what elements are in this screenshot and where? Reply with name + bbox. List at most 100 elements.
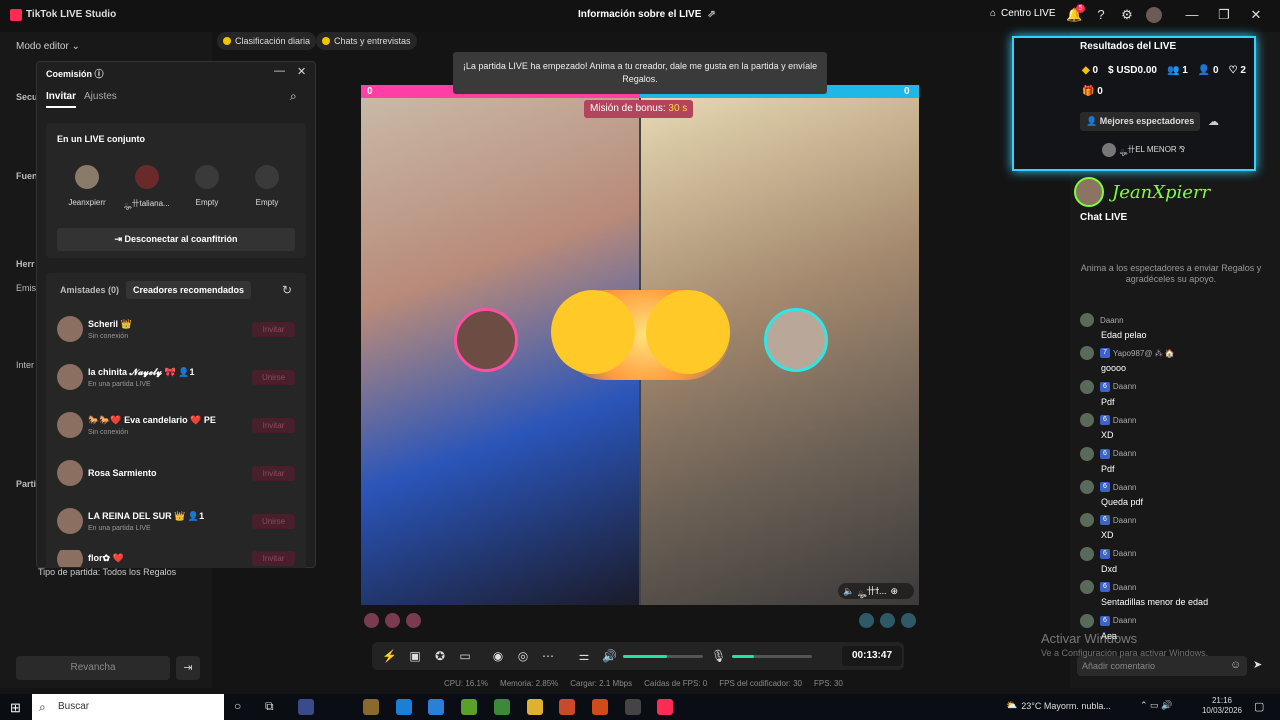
mode-editor-dropdown[interactable]: Modo editor ⌄ xyxy=(16,41,80,52)
volume-icon[interactable]: 🔊 xyxy=(602,649,617,663)
cohost-slot[interactable]: ౣ卄taliana... xyxy=(117,165,177,210)
minimize-icon[interactable]: — xyxy=(274,65,285,77)
live-info-button[interactable]: Información sobre el LIVE ⇗ xyxy=(578,9,716,20)
avatar[interactable] xyxy=(57,508,83,534)
send-icon[interactable]: ➤ xyxy=(1253,658,1262,671)
chat-username[interactable]: Daann xyxy=(1113,483,1137,492)
weather-widget[interactable]: ⛅ 23°C Mayorm. nubla... xyxy=(1006,700,1111,711)
capture-icon[interactable]: ◎ xyxy=(516,649,530,663)
mic-slider[interactable] xyxy=(732,655,812,658)
avatar[interactable] xyxy=(1080,413,1094,428)
rematch-button[interactable]: Revancha xyxy=(16,656,170,680)
help-icon[interactable]: ? xyxy=(1093,7,1109,23)
cohost-slot[interactable]: Jeanxpierr xyxy=(57,165,117,207)
chats-interviews-chip[interactable]: Chats y entrevistas xyxy=(316,32,417,50)
chat-username[interactable]: Daann xyxy=(1113,583,1137,592)
avatar[interactable] xyxy=(1080,613,1094,628)
close-icon[interactable]: ✕ xyxy=(297,65,306,78)
folder-icon[interactable] xyxy=(527,699,543,715)
effects-icon[interactable]: ✪ xyxy=(433,649,447,663)
speaker-icon[interactable]: 🔈 xyxy=(843,586,854,597)
cloud-icon[interactable]: ☁ xyxy=(1208,115,1219,128)
clock[interactable]: 21:16 10/03/2026 xyxy=(1200,696,1244,716)
screen-icon[interactable]: ▭ xyxy=(458,649,472,663)
edge-icon[interactable] xyxy=(396,699,412,715)
chat-username[interactable]: Daann xyxy=(1113,616,1137,625)
chat-username[interactable]: Daann xyxy=(1113,382,1137,391)
more-icon[interactable]: ⋯ xyxy=(541,649,555,663)
avatar[interactable] xyxy=(1146,7,1162,23)
search-icon[interactable]: ⌕ xyxy=(290,89,297,104)
seat-icon[interactable] xyxy=(901,613,916,628)
gear-icon[interactable]: ⚙ xyxy=(1119,7,1135,23)
tab-invite[interactable]: Invitar xyxy=(46,91,77,108)
app-icon[interactable] xyxy=(494,699,510,715)
centro-live-button[interactable]: ⌂ Centro LIVE xyxy=(990,8,1056,19)
magic-icon[interactable]: ⚡ xyxy=(382,649,397,663)
tiktok-live-icon[interactable] xyxy=(657,699,673,715)
invite-button[interactable]: Invitar xyxy=(252,465,295,481)
speaker-slider[interactable] xyxy=(623,655,703,658)
chat-username[interactable]: Daann xyxy=(1100,316,1124,325)
brave-icon[interactable] xyxy=(592,699,608,715)
avatar[interactable] xyxy=(1080,446,1094,461)
seat-icon[interactable] xyxy=(406,613,421,628)
mic-icon[interactable]: 🎙 xyxy=(711,649,726,663)
chat-username[interactable]: Daann xyxy=(1113,549,1137,558)
disconnect-cohost-button[interactable]: ⇥ Desconectar al coanfitrión xyxy=(57,228,295,251)
avatar[interactable] xyxy=(57,316,83,342)
task-view-icon[interactable]: ⧉ xyxy=(265,699,274,714)
tab-settings[interactable]: Ajustes xyxy=(84,91,117,102)
invite-button[interactable]: Invitar xyxy=(252,551,295,566)
comment-input[interactable]: Añadir comentario xyxy=(1077,656,1247,676)
seat-icon[interactable] xyxy=(385,613,400,628)
emoji-icon[interactable]: ☺ xyxy=(1230,659,1241,671)
mail-icon[interactable] xyxy=(428,699,444,715)
cohost-slot-empty[interactable]: Empty xyxy=(177,165,237,207)
mixer-icon[interactable]: ⚌ xyxy=(577,649,591,663)
avatar[interactable] xyxy=(57,412,83,438)
tray-icons[interactable]: ⌃ ▭ 🔊 xyxy=(1140,700,1172,711)
chat-username[interactable]: Daann xyxy=(1113,449,1137,458)
cohost-slot-empty[interactable]: Empty xyxy=(237,165,297,207)
avatar[interactable] xyxy=(57,460,83,486)
windows-start-icon[interactable]: ⊞ xyxy=(10,700,21,716)
avatar[interactable] xyxy=(1080,379,1094,394)
tab-recommended[interactable]: Creadores recomendados xyxy=(126,281,252,299)
chat-username[interactable]: Daann xyxy=(1113,516,1137,525)
avatar[interactable] xyxy=(1080,546,1094,561)
daily-ranking-chip[interactable]: Clasificación diaria xyxy=(217,32,317,50)
cortana-icon[interactable]: ○ xyxy=(234,699,241,713)
avatar[interactable] xyxy=(57,550,83,567)
nvidia-icon[interactable] xyxy=(461,699,477,715)
help-icon[interactable]: ⓘ xyxy=(95,69,104,79)
avatar[interactable] xyxy=(1080,480,1094,494)
close-icon[interactable]: ✕ xyxy=(1248,7,1264,23)
avatar[interactable] xyxy=(57,364,83,390)
layout-icon[interactable]: ▣ xyxy=(408,649,422,663)
taskbar-search[interactable]: ⌕ Buscar xyxy=(32,694,224,720)
invite-button[interactable]: Invitar xyxy=(252,321,295,337)
minimize-icon[interactable]: — xyxy=(1184,7,1200,23)
notifications-icon[interactable]: ▢ xyxy=(1254,700,1264,713)
seat-icon[interactable] xyxy=(364,613,379,628)
exit-match-icon[interactable]: ⇥ xyxy=(176,656,200,680)
avatar[interactable] xyxy=(1080,346,1094,361)
add-icon[interactable]: ⊕ xyxy=(891,586,899,597)
chat-username[interactable]: Daann xyxy=(1113,416,1137,425)
join-button[interactable]: Unirse xyxy=(252,369,295,385)
obs-icon[interactable] xyxy=(625,699,641,715)
tab-friends[interactable]: Amistades (0) xyxy=(60,285,119,295)
avatar[interactable] xyxy=(1080,313,1094,327)
chat-username[interactable]: Yapo987@ ⁂ 🏠 xyxy=(1113,349,1175,358)
avatar[interactable] xyxy=(1080,580,1094,595)
app-icon[interactable] xyxy=(559,699,575,715)
seat-icon[interactable] xyxy=(880,613,895,628)
seat-icon[interactable] xyxy=(859,613,874,628)
record-icon[interactable]: ◉ xyxy=(491,649,505,663)
app-icon[interactable] xyxy=(363,699,379,715)
invite-button[interactable]: Invitar xyxy=(252,417,295,433)
app-icon[interactable] xyxy=(298,699,314,715)
maximize-icon[interactable]: ❐ xyxy=(1216,7,1232,23)
avatar[interactable] xyxy=(1080,513,1094,528)
